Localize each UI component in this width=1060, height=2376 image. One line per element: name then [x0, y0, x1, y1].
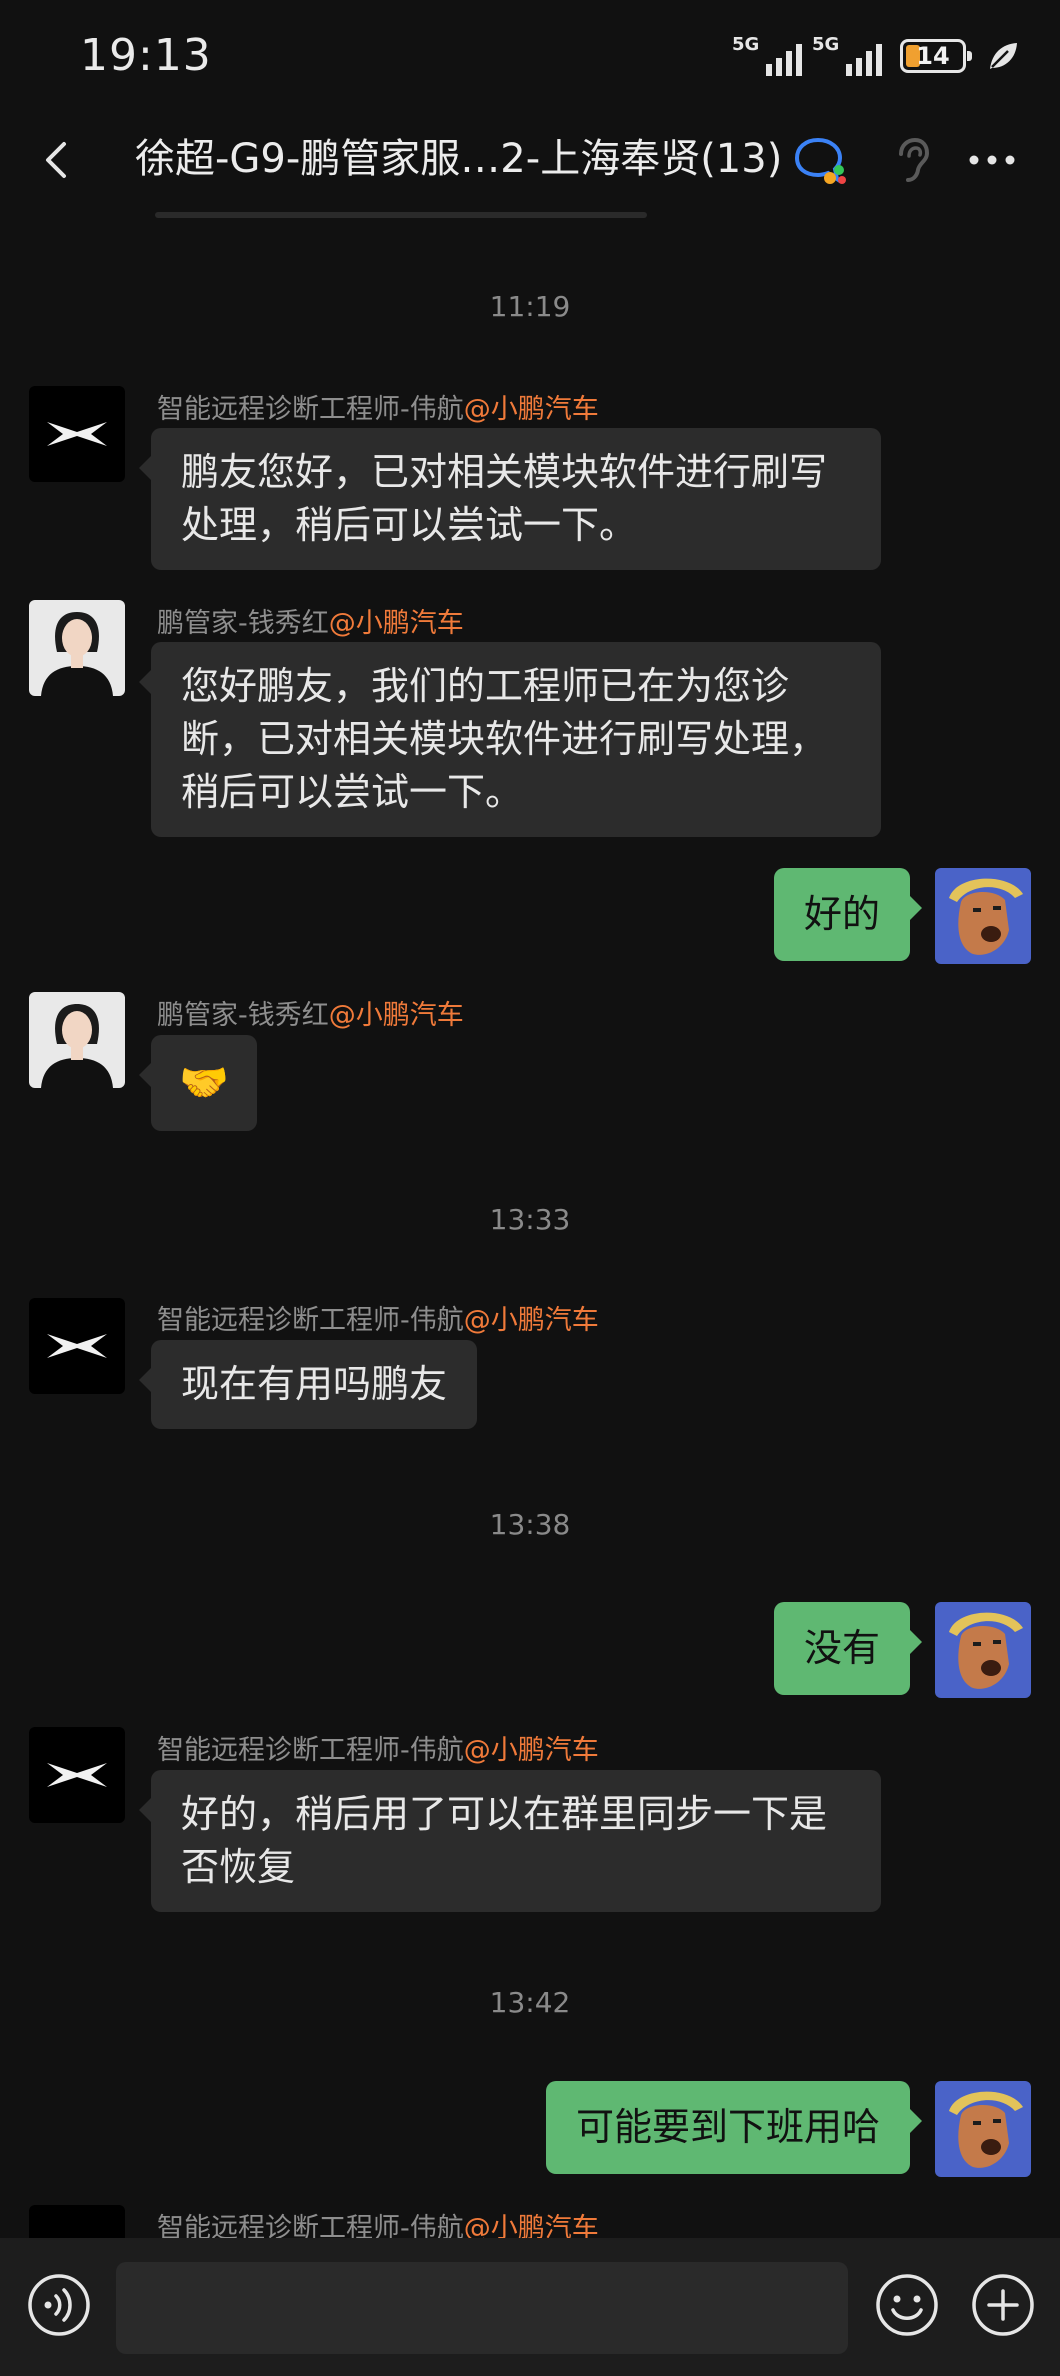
battery-icon: 14 [900, 39, 972, 73]
more-icon[interactable] [960, 132, 1024, 188]
time-separator: 11:19 [489, 290, 571, 323]
status-indicators: 5G 5G 14 [732, 34, 1020, 78]
chat-screen: 19:13 5G 5G 14 徐超-G9-鹏管家服…2-上海奉贤(13) 11:… [0, 0, 1060, 2376]
chat-header: 徐超-G9-鹏管家服…2-上海奉贤(13) [0, 110, 1060, 210]
leaf-icon [990, 43, 1017, 69]
incoming-message[interactable]: 现在有用吗鹏友 [138, 1340, 478, 1429]
incoming-message[interactable]: 好的，稍后用了可以在群里同步一下是否恢复 [139, 1770, 881, 1912]
incoming-message[interactable]: 鹏友您好，已对相关模块软件进行刷写处理，稍后可以尝试一下。 [139, 428, 881, 570]
sender-org: @小鹏汽车 [463, 1305, 599, 1336]
incoming-message[interactable]: 您好鹏友，我们的工程师已在为您诊断，已对相关模块软件进行刷写处理，稍后可以尝试一… [139, 642, 881, 837]
outgoing-message[interactable]: 好的 [773, 868, 923, 961]
status-bar: 19:13 5G 5G 14 [0, 0, 1060, 110]
chat-title[interactable]: 徐超-G9-鹏管家服…2-上海奉贤(13) [135, 128, 795, 190]
sender-name: 鹏管家-钱秀红@小鹏汽车 [157, 993, 464, 1032]
avatar-me[interactable] [935, 868, 1031, 964]
sender-org: @小鹏汽车 [463, 394, 599, 425]
sender-name: 鹏管家-钱秀红@小鹏汽车 [157, 601, 464, 640]
status-time: 19:13 [80, 30, 212, 81]
sender-label: 智能远程诊断工程师-伟航 [157, 394, 464, 425]
emoji-icon[interactable] [874, 2272, 940, 2338]
avatar-me[interactable] [935, 1602, 1031, 1698]
ear-icon[interactable] [885, 134, 937, 186]
network-type-2: 5G [812, 34, 840, 55]
avatar-engineer[interactable] [29, 386, 125, 482]
sender-name: 智能远程诊断工程师-伟航@小鹏汽车 [157, 1298, 599, 1337]
input-bar [0, 2238, 1060, 2376]
sender-name: 智能远程诊断工程师-伟航@小鹏汽车 [157, 1728, 599, 1767]
group-chat-icon[interactable] [792, 132, 848, 188]
sender-label: 智能远程诊断工程师-伟航 [157, 1735, 464, 1766]
signal-icon-2: 5G [812, 34, 882, 76]
time-separator: 13:33 [489, 1203, 571, 1236]
message-input[interactable] [116, 2262, 848, 2354]
avatar-steward[interactable] [29, 600, 125, 696]
sender-label: 智能远程诊断工程师-伟航 [157, 1305, 464, 1336]
sender-org: @小鹏汽车 [328, 1000, 464, 1031]
network-type-1: 5G [732, 34, 760, 55]
avatar-engineer[interactable] [29, 1298, 125, 1394]
outgoing-message[interactable]: 可能要到下班用哈 [545, 2081, 923, 2174]
time-separator: 13:38 [489, 1508, 571, 1541]
back-arrow-icon[interactable] [30, 132, 86, 188]
signal-icon: 5G [732, 34, 802, 76]
sender-label: 鹏管家-钱秀红 [157, 1000, 329, 1031]
battery-level: 14 [916, 42, 950, 70]
avatar-me[interactable] [935, 2081, 1031, 2177]
sender-label: 鹏管家-钱秀红 [157, 608, 329, 639]
quoted-message-edge [155, 212, 647, 218]
sender-name: 智能远程诊断工程师-伟航@小鹏汽车 [157, 387, 599, 426]
sender-org: @小鹏汽车 [463, 1735, 599, 1766]
voice-icon[interactable] [26, 2272, 92, 2338]
avatar-engineer[interactable] [29, 1727, 125, 1823]
outgoing-message[interactable]: 没有 [773, 1602, 923, 1695]
avatar-steward[interactable] [29, 992, 125, 1088]
time-separator: 13:42 [489, 1986, 571, 2019]
plus-icon[interactable] [970, 2272, 1036, 2338]
sender-org: @小鹏汽车 [328, 608, 464, 639]
emoji-message[interactable]: 🤝 [139, 1035, 257, 1131]
